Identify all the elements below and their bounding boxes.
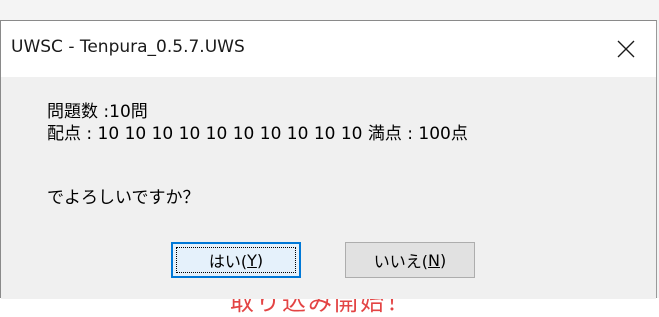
dialog-title: UWSC - Tenpura_0.5.7.UWS bbox=[11, 37, 245, 57]
no-mnemonic: N bbox=[428, 250, 440, 270]
confirm-text: でよろしいですか？ bbox=[47, 188, 200, 208]
yes-mnemonic: Y bbox=[247, 250, 257, 270]
close-button[interactable] bbox=[606, 30, 646, 68]
message-dialog: UWSC - Tenpura_0.5.7.UWS 問題数 :10問 配点 : 1… bbox=[0, 20, 657, 299]
dialog-content: 問題数 :10問 配点 : 10 10 10 10 10 10 10 10 10… bbox=[1, 77, 656, 299]
yes-button[interactable]: はい(Y) bbox=[171, 242, 301, 278]
no-label: いいえ( bbox=[373, 252, 429, 271]
yes-label: はい( bbox=[208, 252, 248, 271]
close-icon bbox=[617, 40, 635, 58]
no-suffix: ) bbox=[439, 250, 447, 270]
dialog-titlebar: UWSC - Tenpura_0.5.7.UWS bbox=[1, 21, 656, 77]
yes-suffix: ) bbox=[256, 250, 264, 270]
no-button[interactable]: いいえ(N) bbox=[345, 242, 475, 278]
score-text: 配点 : 10 10 10 10 10 10 10 10 10 10 満点 : … bbox=[47, 124, 468, 144]
